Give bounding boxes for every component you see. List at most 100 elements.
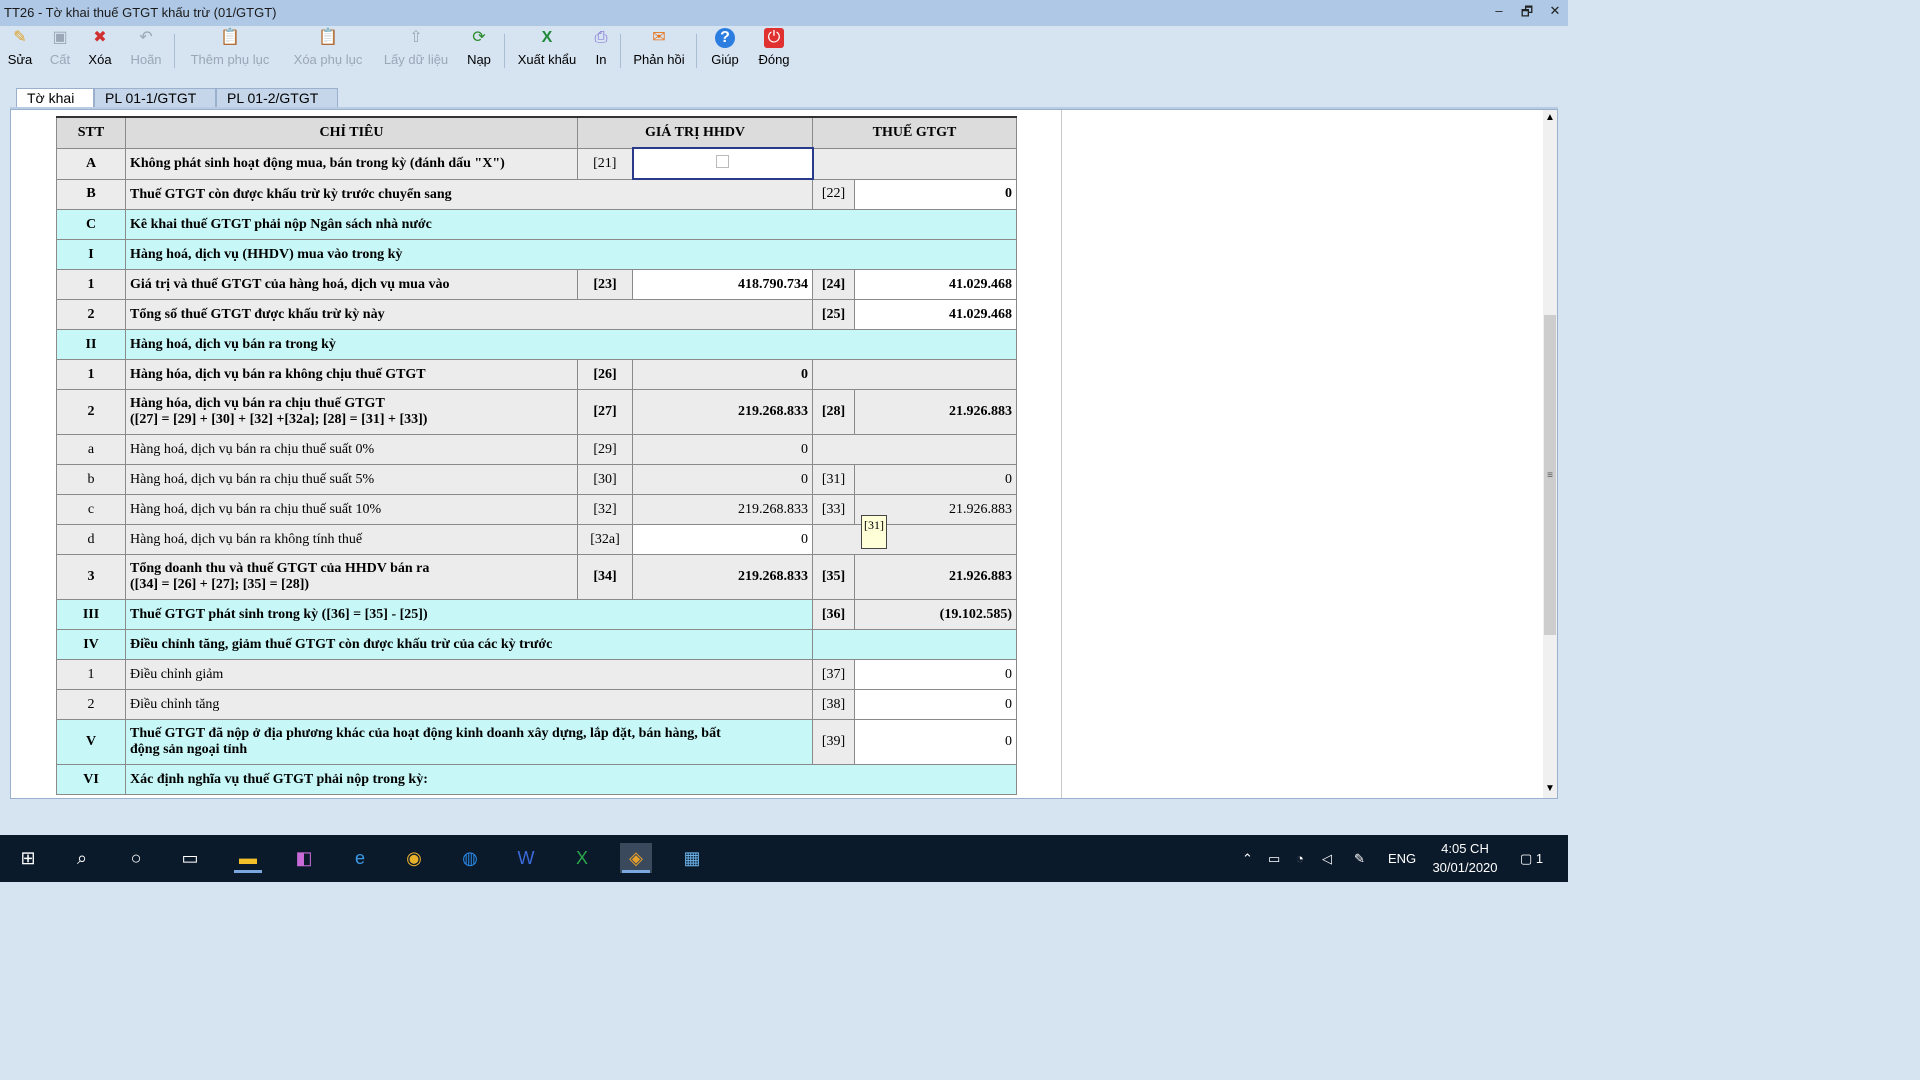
pdf-app-icon[interactable]: ◧ bbox=[288, 843, 320, 873]
toolbar-separator bbox=[174, 34, 175, 68]
table-row: 1 Giá trị và thuế GTGT của hàng hoá, dịc… bbox=[56, 269, 1017, 300]
chrome-icon[interactable]: ◉ bbox=[398, 843, 430, 873]
toolbar-separator bbox=[620, 34, 621, 68]
scroll-up-icon[interactable]: ▲ bbox=[1543, 112, 1557, 123]
table-row: II Hàng hoá, dịch vụ bán ra trong kỳ bbox=[56, 329, 1017, 360]
delete-button[interactable]: ✖ Xóa bbox=[84, 28, 116, 74]
table-row: B Thuế GTGT còn được khấu trừ kỳ trước c… bbox=[56, 178, 1017, 210]
field-28: 21.926.883 bbox=[854, 389, 1017, 435]
field-32: 219.268.833 bbox=[632, 494, 813, 525]
windows-start-icon[interactable]: ⊞ bbox=[12, 843, 44, 873]
edit-button[interactable]: ✎ Sửa bbox=[4, 28, 36, 74]
printer-icon: ⎙ bbox=[594, 29, 608, 46]
htkk-app-icon[interactable]: ◈ bbox=[620, 843, 652, 873]
delete-appendix-button[interactable]: 📋 Xóa phụ lục bbox=[288, 28, 368, 74]
wifi-icon[interactable]: ◔ bbox=[1296, 835, 1304, 882]
table-row: A Không phát sinh hoạt động mua, bán tro… bbox=[56, 147, 1017, 180]
delete-icon: ✖ bbox=[93, 29, 107, 46]
feedback-button[interactable]: ✉ Phản hồi bbox=[630, 28, 688, 74]
arrow-up-icon: ⇧ bbox=[409, 29, 423, 46]
calculator-icon[interactable]: ▦ bbox=[676, 843, 708, 873]
field-34: 219.268.833 bbox=[632, 554, 813, 600]
search-icon[interactable]: ⌕ bbox=[66, 843, 98, 873]
vertical-scrollbar[interactable]: ▲ ≡ ▼ bbox=[1543, 110, 1557, 798]
word-icon[interactable]: W bbox=[510, 843, 542, 873]
table-row: 2 Tổng số thuế GTGT được khấu trừ kỳ này… bbox=[56, 299, 1017, 330]
clock[interactable]: 4:05 CH 30/01/2020 bbox=[1420, 839, 1510, 877]
table-row: III Thuế GTGT phát sinh trong kỳ ([36] =… bbox=[56, 599, 1017, 630]
table-row: 1 Hàng hóa, dịch vụ bán ra không chịu th… bbox=[56, 359, 1017, 390]
notification-count: 1 bbox=[1535, 851, 1544, 866]
fetch-data-button[interactable]: ⇧ Lấy dữ liệu bbox=[380, 28, 452, 74]
field-36: (19.102.585) bbox=[854, 599, 1017, 630]
load-button[interactable]: ⟳ Nạp bbox=[462, 28, 496, 74]
restore-button[interactable]: 🗗 bbox=[1520, 3, 1534, 25]
field-26: 0 bbox=[632, 359, 813, 390]
field-27: 219.268.833 bbox=[632, 389, 813, 435]
clock-date: 30/01/2020 bbox=[1432, 860, 1498, 875]
title-bar: TT26 - Tờ khai thuế GTGT khấu trừ (01/GT… bbox=[0, 0, 1568, 26]
undo-button[interactable]: ↶ Hoãn bbox=[126, 28, 166, 74]
add-appendix-button[interactable]: 📋 Thêm phụ lục bbox=[186, 28, 274, 74]
field-35: 21.926.883 bbox=[854, 554, 1017, 600]
edge-icon[interactable]: e bbox=[344, 843, 376, 873]
field-37[interactable]: 0 bbox=[854, 659, 1017, 690]
tab-pl-01-2[interactable]: PL 01-2/GTGT bbox=[216, 88, 338, 107]
field-25[interactable]: 41.029.468 bbox=[854, 299, 1017, 330]
power-icon: ⏻ bbox=[764, 28, 784, 48]
form-content: STT CHỈ TIÊU GIÁ TRỊ HHDV THUẾ GTGT A Kh… bbox=[10, 109, 1558, 799]
refresh-icon: ⟳ bbox=[472, 29, 486, 46]
delete-appendix-icon: 📋 bbox=[318, 29, 338, 46]
taskbar: ⊞ ⌕ ○ ▭ ▬ ◧ e ◉ ◍ W X ◈ ▦ ⌃ ▭ ◔ ◁ ✎ ENG … bbox=[0, 835, 1568, 882]
excel-icon[interactable]: X bbox=[566, 843, 598, 873]
zalo-icon[interactable]: ◍ bbox=[454, 843, 486, 873]
print-button[interactable]: ⎙ In bbox=[588, 28, 614, 74]
toolbar-separator bbox=[696, 34, 697, 68]
chevron-up-icon[interactable]: ⌃ bbox=[1242, 835, 1253, 882]
window-title: TT26 - Tờ khai thuế GTGT khấu trừ (01/GT… bbox=[4, 5, 277, 20]
tab-pl-01-1[interactable]: PL 01-1/GTGT bbox=[94, 88, 216, 107]
no-activity-checkbox[interactable] bbox=[631, 147, 814, 180]
field-23[interactable]: 418.790.734 bbox=[632, 269, 813, 300]
export-button[interactable]: X Xuất khẩu bbox=[514, 28, 580, 74]
notification-icon[interactable]: ▢ 1 bbox=[1520, 835, 1543, 882]
field-31: 0 bbox=[854, 464, 1017, 495]
field-29: 0 bbox=[632, 434, 813, 465]
header-chi-tieu: CHỈ TIÊU bbox=[125, 116, 578, 149]
field-39[interactable]: 0 bbox=[854, 719, 1017, 765]
help-button[interactable]: ? Giúp bbox=[708, 28, 742, 74]
grip-icon: ≡ bbox=[1547, 470, 1553, 481]
window-controls: – 🗗 ✕ bbox=[1492, 3, 1562, 25]
scroll-down-icon[interactable]: ▼ bbox=[1543, 783, 1557, 794]
file-explorer-icon[interactable]: ▬ bbox=[232, 843, 264, 873]
tab-to-khai[interactable]: Tờ khai bbox=[16, 88, 94, 107]
volume-icon[interactable]: ◁ bbox=[1322, 835, 1332, 882]
field-30: 0 bbox=[632, 464, 813, 495]
task-view-icon[interactable]: ▭ bbox=[174, 843, 206, 873]
toolbar: ✎ Sửa ▣ Cất ✖ Xóa ↶ Hoãn 📋 Thêm phụ lục … bbox=[0, 26, 1568, 76]
pen-icon[interactable]: ✎ bbox=[1354, 835, 1365, 882]
field-22[interactable]: 0 bbox=[854, 178, 1017, 210]
mail-icon: ✉ bbox=[652, 29, 666, 46]
field-24[interactable]: 41.029.468 bbox=[854, 269, 1017, 300]
add-appendix-icon: 📋 bbox=[220, 29, 240, 46]
excel-export-icon: X bbox=[541, 29, 553, 46]
close-form-button[interactable]: ⏻ Đóng bbox=[756, 28, 792, 74]
table-header: STT CHỈ TIÊU GIÁ TRỊ HHDV THUẾ GTGT bbox=[56, 116, 1017, 149]
table-row: 1 Điều chỉnh giảm [37] 0 bbox=[56, 659, 1017, 690]
table-row: b Hàng hoá, dịch vụ bán ra chịu thuế suấ… bbox=[56, 464, 1017, 495]
save-button[interactable]: ▣ Cất bbox=[44, 28, 76, 74]
header-thue: THUẾ GTGT bbox=[812, 116, 1017, 149]
minimize-button[interactable]: – bbox=[1492, 3, 1506, 25]
field-32a[interactable]: 0 bbox=[632, 524, 813, 555]
status-bar bbox=[0, 803, 1568, 835]
battery-icon[interactable]: ▭ bbox=[1268, 835, 1280, 882]
cortana-icon[interactable]: ○ bbox=[120, 843, 152, 873]
table-row: IV Điều chỉnh tăng, giảm thuế GTGT còn đ… bbox=[56, 629, 1017, 660]
close-button[interactable]: ✕ bbox=[1548, 3, 1562, 25]
checkbox-box bbox=[716, 154, 729, 168]
field-38[interactable]: 0 bbox=[854, 689, 1017, 720]
toolbar-separator bbox=[504, 34, 505, 68]
language-indicator[interactable]: ENG bbox=[1388, 835, 1416, 882]
header-gia-tri: GIÁ TRỊ HHDV bbox=[577, 116, 813, 149]
